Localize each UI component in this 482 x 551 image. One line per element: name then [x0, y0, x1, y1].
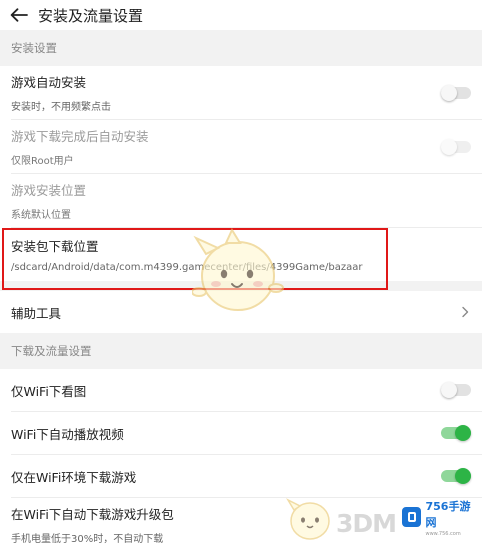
- setting-auto-install[interactable]: 游戏自动安装 安装时，不用频繁点击: [0, 66, 482, 119]
- section-header-install: 安装设置: [0, 30, 482, 66]
- setting-label: 在WiFi下自动下载游戏升级包: [11, 507, 174, 522]
- setting-label: 游戏下载完成后自动安装: [11, 129, 149, 144]
- site-url-text: www.756.com: [425, 530, 461, 537]
- auto-install-after-download-toggle[interactable]: [441, 138, 471, 155]
- site-logo-icon: [402, 507, 422, 527]
- setting-description: 安装时，不用频繁点击: [11, 102, 111, 113]
- 3dm-watermark: 3DM: [336, 509, 397, 538]
- setting-label: WiFi下自动播放视频: [11, 426, 124, 442]
- back-button[interactable]: [0, 8, 38, 22]
- setting-wifi-only-download[interactable]: 仅在WiFi环境下载游戏: [0, 455, 482, 497]
- wifi-only-images-toggle[interactable]: [441, 382, 471, 398]
- wifi-only-download-toggle[interactable]: [441, 468, 471, 484]
- setting-label: 仅WiFi下看图: [11, 383, 87, 399]
- auto-install-toggle[interactable]: [441, 84, 471, 101]
- setting-install-location[interactable]: 游戏安装位置 系统默认位置: [0, 174, 482, 227]
- mascot-watermark-icon: [192, 228, 284, 311]
- setting-label: 游戏安装位置: [11, 183, 87, 198]
- wifi-autoplay-video-toggle[interactable]: [441, 425, 471, 441]
- setting-auto-install-after-download[interactable]: 游戏下载完成后自动安装 仅限Root用户: [0, 120, 482, 173]
- page-title: 安装及流量设置: [38, 6, 144, 25]
- site-logo-watermark: 756手游网 www.756.com: [398, 499, 480, 537]
- download-path: /sdcard/Android/data/com.m4399.gamecente…: [11, 262, 363, 273]
- setting-wifi-autoplay-video[interactable]: WiFi下自动播放视频: [0, 412, 482, 454]
- site-logo-text: 756手游网: [425, 499, 471, 529]
- setting-description: 手机电量低于30%时，不自动下载: [11, 534, 164, 545]
- setting-label: 仅在WiFi环境下载游戏: [11, 469, 137, 485]
- chevron-right-icon: [462, 306, 469, 318]
- setting-label: 游戏自动安装: [11, 75, 87, 90]
- small-mascot-watermark-icon: [286, 498, 330, 540]
- setting-label: 辅助工具: [11, 305, 62, 321]
- back-arrow-icon: [10, 8, 28, 22]
- setting-label: 安装包下载位置: [11, 239, 99, 254]
- section-header-download: 下载及流量设置: [0, 333, 482, 369]
- setting-wifi-only-images[interactable]: 仅WiFi下看图: [0, 369, 482, 411]
- setting-description: 仅限Root用户: [11, 156, 74, 167]
- setting-description: 系统默认位置: [11, 210, 71, 221]
- top-bar: 安装及流量设置: [0, 0, 482, 30]
